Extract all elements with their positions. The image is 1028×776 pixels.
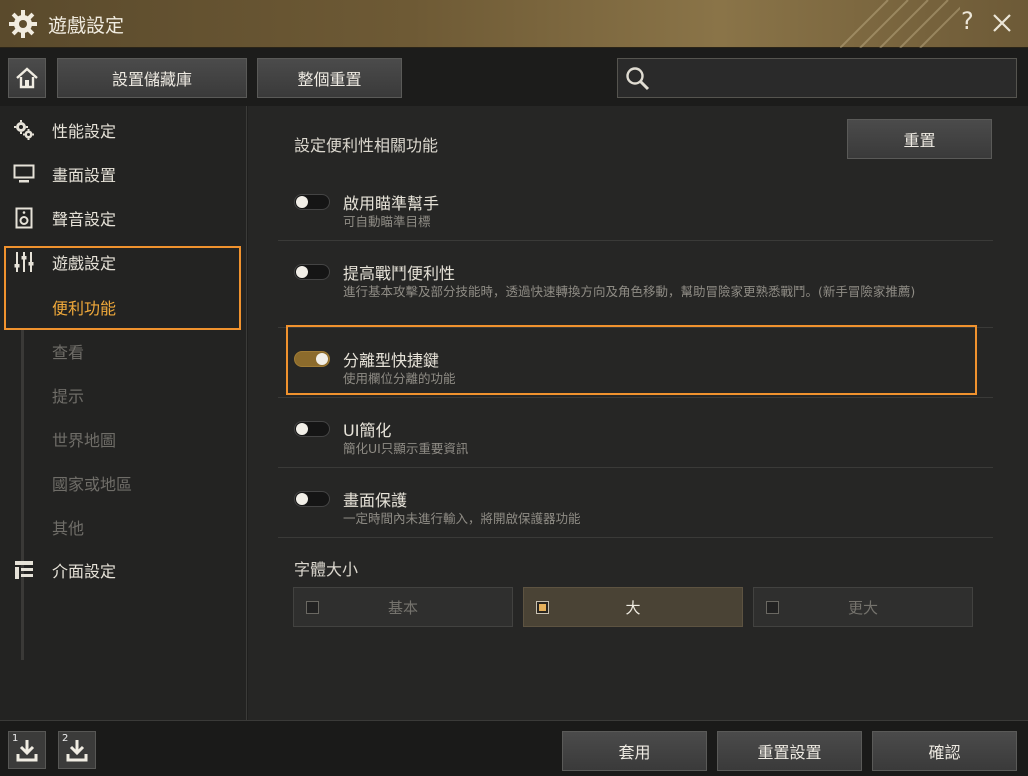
reset-all-button[interactable]: 整個重置	[257, 58, 402, 98]
gear-icon	[9, 10, 37, 38]
divider	[278, 240, 993, 241]
option-name: 提高戰鬥便利性	[343, 264, 456, 283]
sub-item-country-region[interactable]: 國家或地區	[52, 471, 132, 495]
toggle-screen-protect[interactable]	[294, 491, 330, 507]
main-panel: 設定便利性相關功能 重置 啟用瞄準幫手 可自動瞄準目標 提高戰鬥便利性 進行基本…	[248, 106, 1028, 720]
home-button[interactable]	[8, 58, 46, 98]
preset-1-button[interactable]: 1	[8, 731, 46, 769]
preset-number: 2	[62, 733, 69, 744]
sidebar-item-sound[interactable]: 聲音設定	[0, 198, 245, 238]
checkbox	[306, 601, 319, 614]
sidebar-item-interface[interactable]: 介面設定	[0, 550, 245, 590]
font-size-option-label: 基本	[387, 598, 418, 617]
search-icon	[626, 67, 650, 91]
footer: 1 2 套用 重置設置 確認	[0, 720, 1028, 776]
help-button[interactable]: ?	[961, 7, 974, 35]
sub-item-other[interactable]: 其他	[52, 515, 84, 539]
save-library-button[interactable]: 設置儲藏庫	[57, 58, 247, 98]
sliders-icon	[12, 250, 36, 274]
sidebar: 性能設定 畫面設置 聲音設定 遊戲設定 便利功能 查看 提示 世界地圖 國家或地…	[0, 106, 247, 720]
sub-item-tips[interactable]: 提示	[52, 383, 84, 407]
reset-button[interactable]: 重置	[847, 119, 992, 159]
toggle-aim-assist[interactable]	[294, 194, 330, 210]
search-box	[617, 58, 1017, 98]
option-name: UI簡化	[343, 421, 392, 440]
font-size-option-label: 大	[625, 598, 641, 617]
apply-button[interactable]: 套用	[562, 731, 707, 771]
submenu-line	[21, 330, 24, 660]
sub-item-view[interactable]: 查看	[52, 339, 84, 363]
option-desc: 進行基本攻擊及部分技能時，透過快速轉換方向及角色移動，幫助冒險家更熟悉戰鬥。(新…	[343, 284, 916, 299]
layout-icon	[12, 558, 36, 582]
divider	[278, 467, 993, 468]
sidebar-item-display[interactable]: 畫面設置	[0, 154, 245, 194]
search-input[interactable]	[658, 63, 1008, 93]
toggle-combat-convenience[interactable]	[294, 264, 330, 280]
sidebar-item-label: 畫面設置	[52, 166, 117, 185]
section-title: 設定便利性相關功能	[294, 136, 439, 155]
title-pattern	[840, 0, 960, 48]
font-size-larger[interactable]: 更大	[753, 587, 973, 627]
sidebar-item-label: 介面設定	[52, 562, 117, 581]
font-size-option-label: 更大	[847, 598, 878, 617]
font-size-basic[interactable]: 基本	[293, 587, 513, 627]
home-icon	[16, 67, 38, 89]
option-desc: 可自動瞄準目標	[343, 214, 431, 229]
speaker-icon	[12, 206, 36, 230]
checkbox	[766, 601, 779, 614]
sidebar-item-label: 遊戲設定	[52, 254, 117, 273]
confirm-button[interactable]: 確認	[872, 731, 1017, 771]
option-name: 畫面保護	[343, 491, 408, 510]
title-bar: 遊戲設定 ?	[0, 0, 1028, 48]
divider	[278, 327, 993, 328]
sub-item-convenience[interactable]: 便利功能	[52, 295, 116, 319]
option-desc: 使用欄位分離的功能	[343, 371, 456, 386]
sidebar-item-label: 聲音設定	[52, 210, 117, 229]
toolbar: 設置儲藏庫 整個重置	[0, 48, 1028, 106]
toggle-ui-simplify[interactable]	[294, 421, 330, 437]
font-size-label: 字體大小	[294, 560, 359, 579]
divider	[278, 397, 993, 398]
option-desc: 一定時間內未進行輸入，將開啟保護器功能	[343, 511, 581, 526]
option-name: 分離型快捷鍵	[343, 351, 440, 370]
checkbox	[536, 601, 549, 614]
sidebar-item-label: 性能設定	[52, 122, 117, 141]
gears-icon	[12, 118, 36, 142]
preset-number: 1	[12, 733, 19, 744]
sidebar-item-performance[interactable]: 性能設定	[0, 110, 245, 150]
preset-2-button[interactable]: 2	[58, 731, 96, 769]
option-desc: 簡化UI只顯示重要資訊	[343, 441, 469, 456]
sub-item-world-map[interactable]: 世界地圖	[52, 427, 116, 451]
font-size-large[interactable]: 大	[523, 587, 743, 627]
reset-settings-button[interactable]: 重置設置	[717, 731, 862, 771]
close-icon[interactable]	[990, 10, 1014, 36]
divider	[278, 537, 993, 538]
window-title: 遊戲設定	[48, 15, 125, 37]
toggle-split-hotkey[interactable]	[294, 351, 330, 367]
option-name: 啟用瞄準幫手	[343, 194, 440, 213]
sidebar-item-game[interactable]: 遊戲設定	[0, 242, 245, 282]
monitor-icon	[12, 162, 36, 186]
